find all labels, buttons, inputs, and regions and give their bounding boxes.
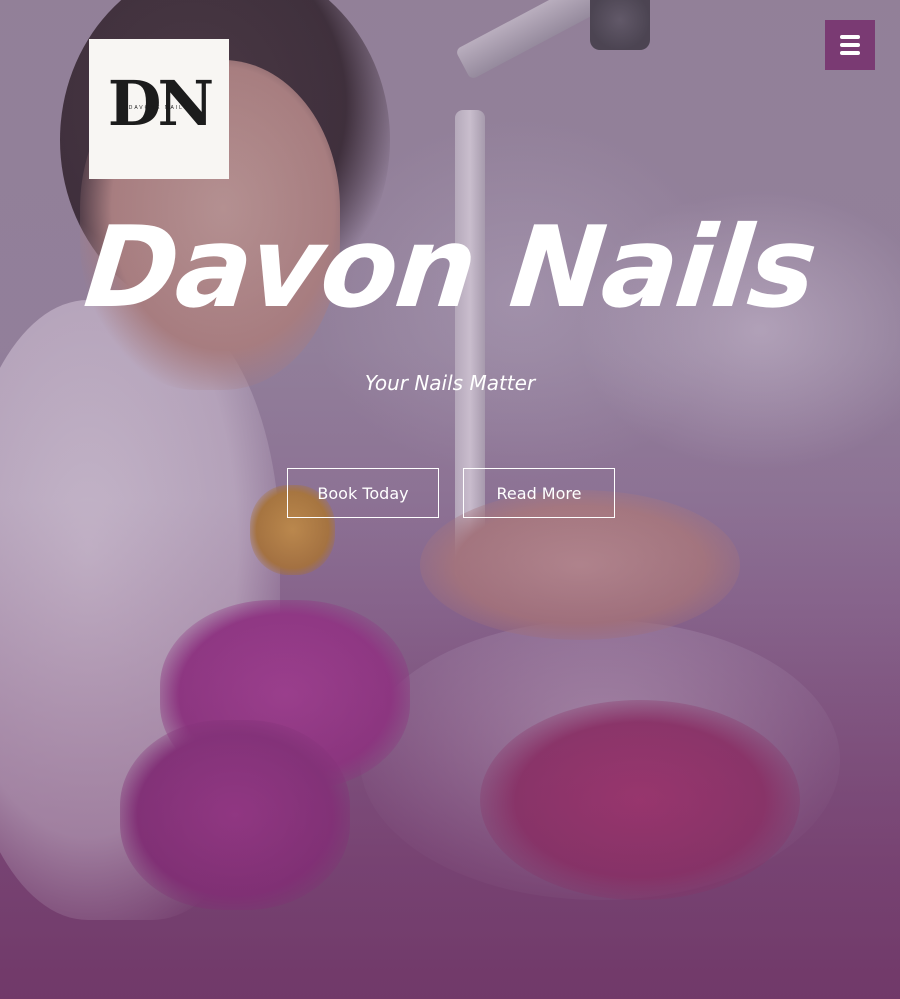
hero-section: DN DAVONE NAILS Davon Nails Your Nails M…	[0, 0, 900, 999]
brand-title: Davon Nails	[79, 203, 821, 333]
book-today-button[interactable]: Book Today	[287, 468, 439, 518]
hamburger-icon	[840, 35, 860, 55]
logo-letters: DN	[107, 67, 214, 140]
read-more-button[interactable]: Read More	[463, 468, 615, 518]
tagline: Your Nails Matter	[364, 371, 536, 395]
logo-subtext: DAVONE NAILS	[128, 105, 190, 111]
menu-button[interactable]	[825, 20, 875, 70]
site-logo[interactable]: DN DAVONE NAILS	[89, 39, 229, 179]
